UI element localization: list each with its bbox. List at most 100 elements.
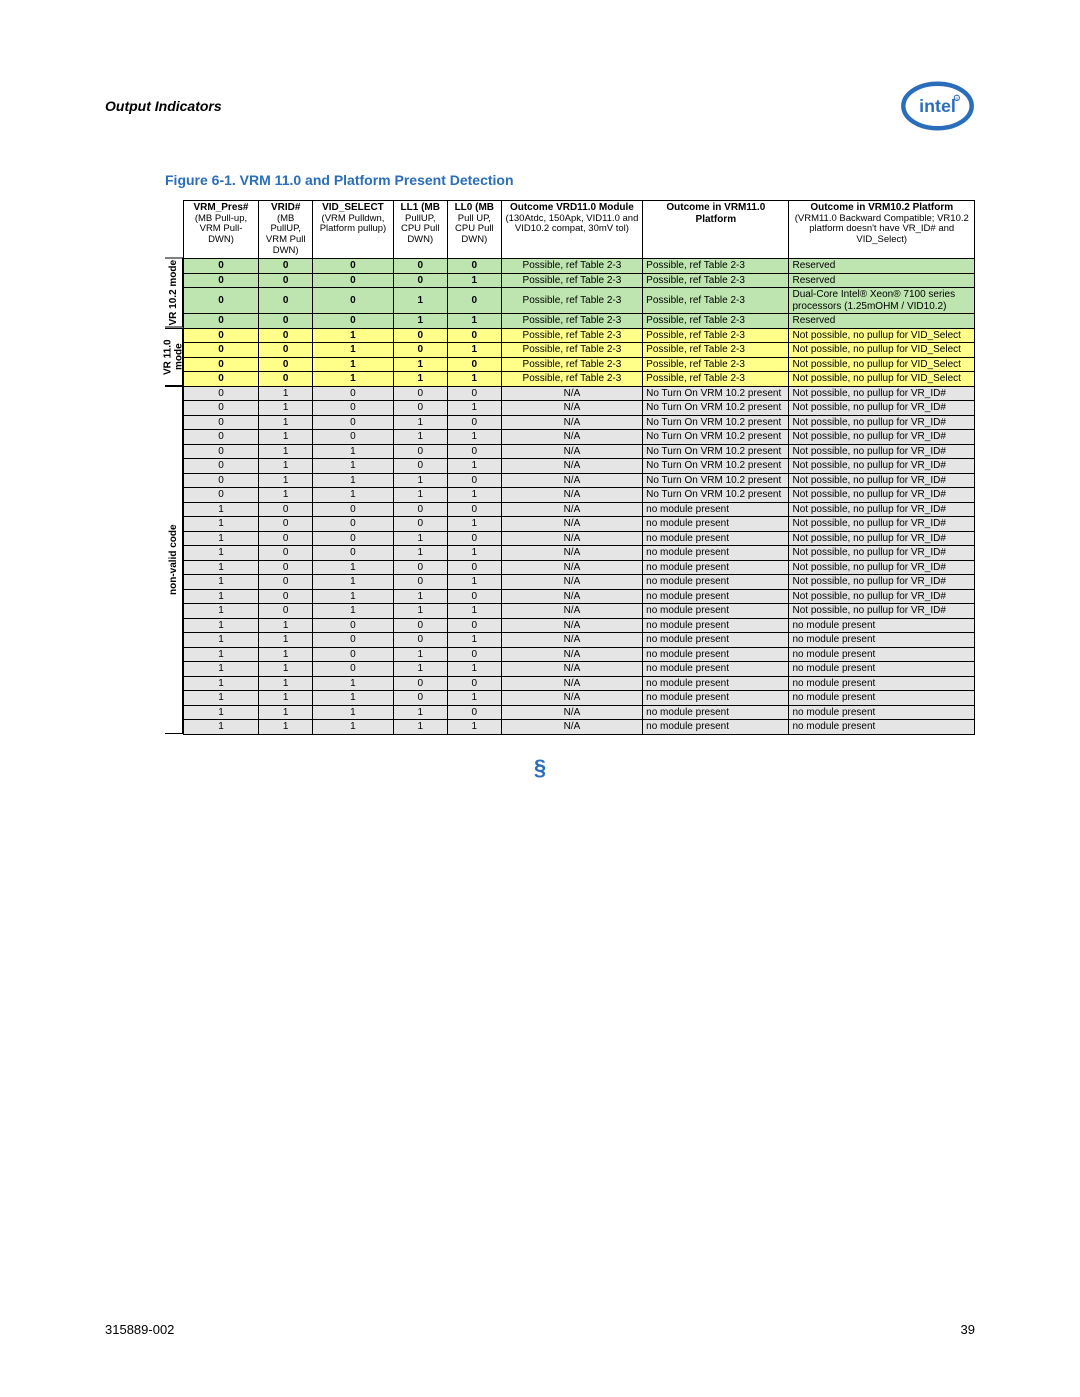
table-cell: N/A xyxy=(501,560,642,575)
column-header: Outcome VRD11.0 Module(130Atdc, 150Apk, … xyxy=(501,201,642,259)
table-cell: 0 xyxy=(313,647,393,662)
table-cell: Not possible, no pullup for VID_Select xyxy=(789,372,975,387)
table-cell: N/A xyxy=(501,647,642,662)
table-cell: 1 xyxy=(258,691,312,706)
table-cell: Possible, ref Table 2-3 xyxy=(643,288,789,314)
table-cell: N/A xyxy=(501,589,642,604)
table-cell: 1 xyxy=(447,546,501,561)
table-cell: N/A xyxy=(501,705,642,720)
table-cell: 1 xyxy=(313,676,393,691)
table-cell: Not possible, no pullup for VR_ID# xyxy=(789,401,975,416)
table-cell: 0 xyxy=(393,575,447,590)
table-cell: 1 xyxy=(184,633,259,648)
table-cell: 0 xyxy=(184,343,259,358)
table-cell: 1 xyxy=(393,647,447,662)
table-row: 00100Possible, ref Table 2-3Possible, re… xyxy=(184,328,975,343)
table-row: 10000N/Ano module presentNot possible, n… xyxy=(184,502,975,517)
table-cell: 0 xyxy=(447,386,501,401)
table-cell: N/A xyxy=(501,662,642,677)
table-row: 00101Possible, ref Table 2-3Possible, re… xyxy=(184,343,975,358)
table-cell: 1 xyxy=(447,372,501,387)
table-cell: 1 xyxy=(313,720,393,735)
table-cell: no module present xyxy=(789,705,975,720)
table-cell: 1 xyxy=(258,720,312,735)
table-cell: 1 xyxy=(393,314,447,329)
table-cell: 1 xyxy=(393,546,447,561)
table-cell: 1 xyxy=(393,415,447,430)
table-cell: no module present xyxy=(789,691,975,706)
table-cell: 1 xyxy=(184,647,259,662)
table-cell: no module present xyxy=(643,676,789,691)
table-cell: 0 xyxy=(447,288,501,314)
table-cell: 1 xyxy=(258,473,312,488)
table-cell: 0 xyxy=(447,473,501,488)
table-cell: 1 xyxy=(184,531,259,546)
table-cell: 1 xyxy=(447,604,501,619)
table-row: 10111N/Ano module presentNot possible, n… xyxy=(184,604,975,619)
table-cell: Not possible, no pullup for VR_ID# xyxy=(789,531,975,546)
column-header: Outcome in VRM10.2 Platform(VRM11.0 Back… xyxy=(789,201,975,259)
table-cell: Not possible, no pullup for VR_ID# xyxy=(789,488,975,503)
table-cell: 1 xyxy=(447,343,501,358)
table-cell: 1 xyxy=(258,415,312,430)
table-cell: no module present xyxy=(789,676,975,691)
table-row: 11011N/Ano module presentno module prese… xyxy=(184,662,975,677)
table-cell: 1 xyxy=(313,575,393,590)
table-row: 10011N/Ano module presentNot possible, n… xyxy=(184,546,975,561)
vertical-group-labels: VR 10.2 modeVR 11.0 modenon-valid code xyxy=(165,200,183,735)
table-cell: 0 xyxy=(184,314,259,329)
table-cell: 1 xyxy=(313,343,393,358)
table-cell: 1 xyxy=(184,517,259,532)
table-cell: no module present xyxy=(643,560,789,575)
table-cell: 0 xyxy=(184,372,259,387)
table-cell: 1 xyxy=(393,531,447,546)
table-cell: no module present xyxy=(789,720,975,735)
table-cell: 0 xyxy=(393,459,447,474)
table-cell: Reserved xyxy=(789,314,975,329)
table-cell: N/A xyxy=(501,459,642,474)
table-cell: Not possible, no pullup for VR_ID# xyxy=(789,546,975,561)
table-cell: 0 xyxy=(184,488,259,503)
table-cell: 1 xyxy=(393,720,447,735)
table-cell: Not possible, no pullup for VR_ID# xyxy=(789,415,975,430)
table-cell: No Turn On VRM 10.2 present xyxy=(643,488,789,503)
table-cell: Possible, ref Table 2-3 xyxy=(643,314,789,329)
table-row: 01011N/ANo Turn On VRM 10.2 presentNot p… xyxy=(184,430,975,445)
group-label: VR 11.0 mode xyxy=(165,328,183,386)
table-cell: Not possible, no pullup for VR_ID# xyxy=(789,386,975,401)
table-cell: 0 xyxy=(447,589,501,604)
table-cell: 1 xyxy=(184,560,259,575)
table-cell: 0 xyxy=(258,328,312,343)
footer-docnum: 315889-002 xyxy=(105,1322,174,1337)
table-cell: N/A xyxy=(501,633,642,648)
table-cell: no module present xyxy=(643,720,789,735)
table-cell: 0 xyxy=(447,259,501,274)
table-row: 10010N/Ano module presentNot possible, n… xyxy=(184,531,975,546)
table-cell: 0 xyxy=(258,259,312,274)
table-cell: 0 xyxy=(313,618,393,633)
table-cell: 0 xyxy=(258,531,312,546)
table-cell: no module present xyxy=(643,618,789,633)
header-row: Output Indicators intel R xyxy=(105,80,975,132)
table-cell: No Turn On VRM 10.2 present xyxy=(643,386,789,401)
table-cell: 0 xyxy=(313,546,393,561)
table-cell: Reserved xyxy=(789,273,975,288)
table-cell: N/A xyxy=(501,720,642,735)
table-cell: 1 xyxy=(184,575,259,590)
table-cell: Not possible, no pullup for VR_ID# xyxy=(789,560,975,575)
table-cell: 0 xyxy=(258,372,312,387)
table-cell: 1 xyxy=(258,386,312,401)
table-cell: 0 xyxy=(313,259,393,274)
table-row: 10101N/Ano module presentNot possible, n… xyxy=(184,575,975,590)
table-row: 11100N/Ano module presentno module prese… xyxy=(184,676,975,691)
table-cell: N/A xyxy=(501,531,642,546)
table-cell: 0 xyxy=(258,343,312,358)
table-cell: 1 xyxy=(447,691,501,706)
table-row: 11110N/Ano module presentno module prese… xyxy=(184,705,975,720)
table-cell: no module present xyxy=(643,575,789,590)
intel-logo: intel R xyxy=(900,80,975,132)
table-cell: N/A xyxy=(501,473,642,488)
table-header-row: VRM_Pres#(MB Pull-up, VRM Pull-DWN)VRID#… xyxy=(184,201,975,259)
table-cell: 0 xyxy=(447,647,501,662)
table-cell: 0 xyxy=(447,705,501,720)
